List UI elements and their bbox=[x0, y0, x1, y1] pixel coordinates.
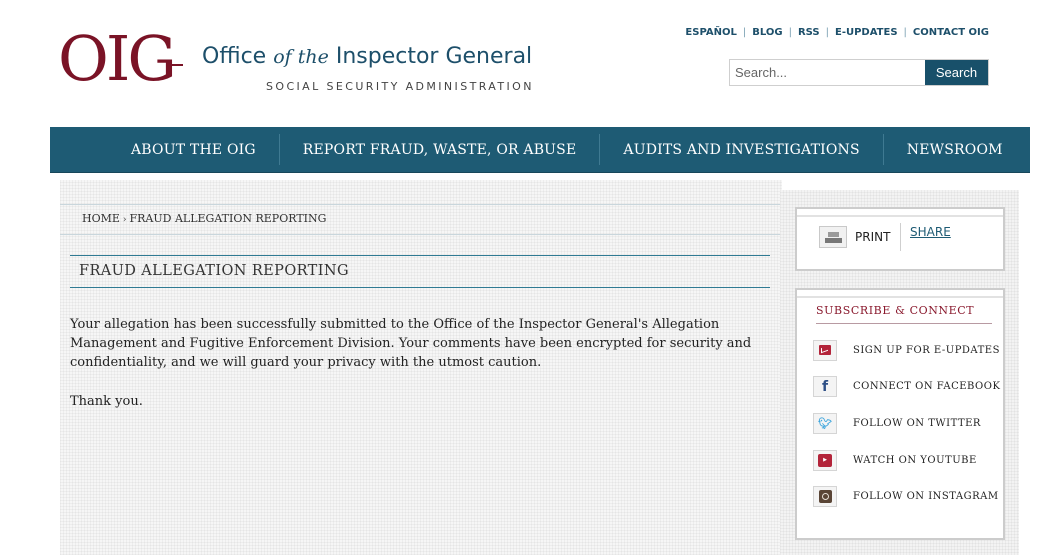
breadcrumb: HOME › FRAUD ALLEGATION REPORTING bbox=[60, 204, 782, 235]
subscribe-link-instagram[interactable]: FOLLOW ON INSTAGRAM bbox=[813, 478, 1000, 515]
subscribe-connect-box: SUBSCRIBE & CONNECT SIGN UP FOR E-UPDATE… bbox=[795, 288, 1005, 540]
page-title: FRAUD ALLEGATION REPORTING bbox=[70, 255, 770, 288]
site-title-part1: Office bbox=[202, 44, 274, 69]
subscribe-links-list: SIGN UP FOR E-UPDATES f CONNECT ON FACEB… bbox=[813, 332, 1000, 515]
printer-icon bbox=[819, 226, 847, 248]
subscribe-box-topline bbox=[797, 296, 1003, 298]
utility-link-espanol[interactable]: ESPAÑOL bbox=[685, 27, 736, 38]
site-title-part2: Inspector General bbox=[328, 44, 533, 69]
print-share-divider bbox=[900, 223, 901, 251]
breadcrumb-separator: › bbox=[122, 215, 127, 225]
subscribe-link-label: FOLLOW ON INSTAGRAM bbox=[853, 491, 999, 503]
thank-you-paragraph: Thank you. bbox=[70, 394, 143, 409]
utility-separator: | bbox=[742, 27, 747, 38]
print-share-box: PRINT SHARE bbox=[795, 207, 1005, 271]
nav-item-audits-investigations[interactable]: AUDITS AND INVESTIGATIONS bbox=[599, 134, 882, 165]
site-subtitle: SOCIAL SECURITY ADMINISTRATION bbox=[266, 80, 534, 93]
breadcrumb-current: FRAUD ALLEGATION REPORTING bbox=[129, 212, 327, 225]
sidebar: PRINT SHARE SUBSCRIBE & CONNECT SIGN UP … bbox=[780, 190, 1019, 555]
subscribe-heading: SUBSCRIBE & CONNECT bbox=[816, 304, 992, 324]
print-label: PRINT bbox=[855, 230, 891, 244]
subscribe-link-twitter[interactable]: 🐦︎ FOLLOW ON TWITTER bbox=[813, 405, 1000, 442]
email-icon bbox=[813, 339, 837, 361]
main-nav-list: ABOUT THE OIG REPORT FRAUD, WASTE, OR AB… bbox=[50, 127, 1030, 172]
logo-dash-decoration bbox=[171, 64, 183, 66]
youtube-icon: ▶ bbox=[813, 449, 837, 471]
utility-link-rss[interactable]: RSS bbox=[798, 27, 820, 38]
facebook-icon: f bbox=[813, 376, 837, 398]
subscribe-link-youtube[interactable]: ▶ WATCH ON YOUTUBE bbox=[813, 442, 1000, 479]
twitter-icon: 🐦︎ bbox=[813, 412, 837, 434]
utility-separator: | bbox=[903, 27, 907, 38]
subscribe-link-e-updates[interactable]: SIGN UP FOR E-UPDATES bbox=[813, 332, 1000, 369]
logo-mark: OIG bbox=[58, 22, 177, 95]
main-nav: ABOUT THE OIG REPORT FRAUD, WASTE, OR AB… bbox=[50, 127, 1030, 173]
site-title-italic: of the bbox=[273, 46, 329, 68]
subscribe-link-label: FOLLOW ON TWITTER bbox=[853, 417, 981, 429]
breadcrumb-home-link[interactable]: HOME bbox=[82, 212, 120, 225]
utility-link-blog[interactable]: BLOG bbox=[752, 27, 782, 38]
utility-nav: ESPAÑOL | BLOG | RSS | E-UPDATES | CONTA… bbox=[685, 27, 989, 38]
nav-item-report-fraud[interactable]: REPORT FRAUD, WASTE, OR ABUSE bbox=[278, 134, 600, 165]
nav-item-newsroom[interactable]: NEWSROOM bbox=[882, 134, 1026, 165]
utility-link-contact-oig[interactable]: CONTACT OIG bbox=[913, 27, 989, 38]
confirmation-message: Your allegation has been successfully su… bbox=[70, 315, 760, 431]
confirmation-paragraph: Your allegation has been successfully su… bbox=[70, 317, 752, 370]
print-button[interactable]: PRINT bbox=[819, 226, 890, 248]
utility-separator: | bbox=[825, 27, 829, 38]
search-input[interactable] bbox=[730, 60, 925, 85]
site-title: Office of the Inspector General bbox=[202, 44, 532, 69]
nav-item-about-the-oig[interactable]: ABOUT THE OIG bbox=[108, 134, 279, 165]
subscribe-link-label: WATCH ON YOUTUBE bbox=[853, 454, 977, 466]
utility-link-e-updates[interactable]: E-UPDATES bbox=[835, 27, 898, 38]
search-button[interactable]: Search bbox=[925, 60, 988, 85]
main-content: HOME › FRAUD ALLEGATION REPORTING FRAUD AL… bbox=[60, 180, 782, 555]
subscribe-link-facebook[interactable]: f CONNECT ON FACEBOOK bbox=[813, 369, 1000, 406]
utility-separator: | bbox=[788, 27, 792, 38]
subscribe-link-label: SIGN UP FOR E-UPDATES bbox=[853, 344, 1000, 356]
share-link[interactable]: SHARE bbox=[910, 225, 951, 239]
subscribe-link-label: CONNECT ON FACEBOOK bbox=[853, 381, 1001, 393]
search-form: Search bbox=[729, 59, 989, 86]
instagram-icon bbox=[813, 486, 837, 508]
